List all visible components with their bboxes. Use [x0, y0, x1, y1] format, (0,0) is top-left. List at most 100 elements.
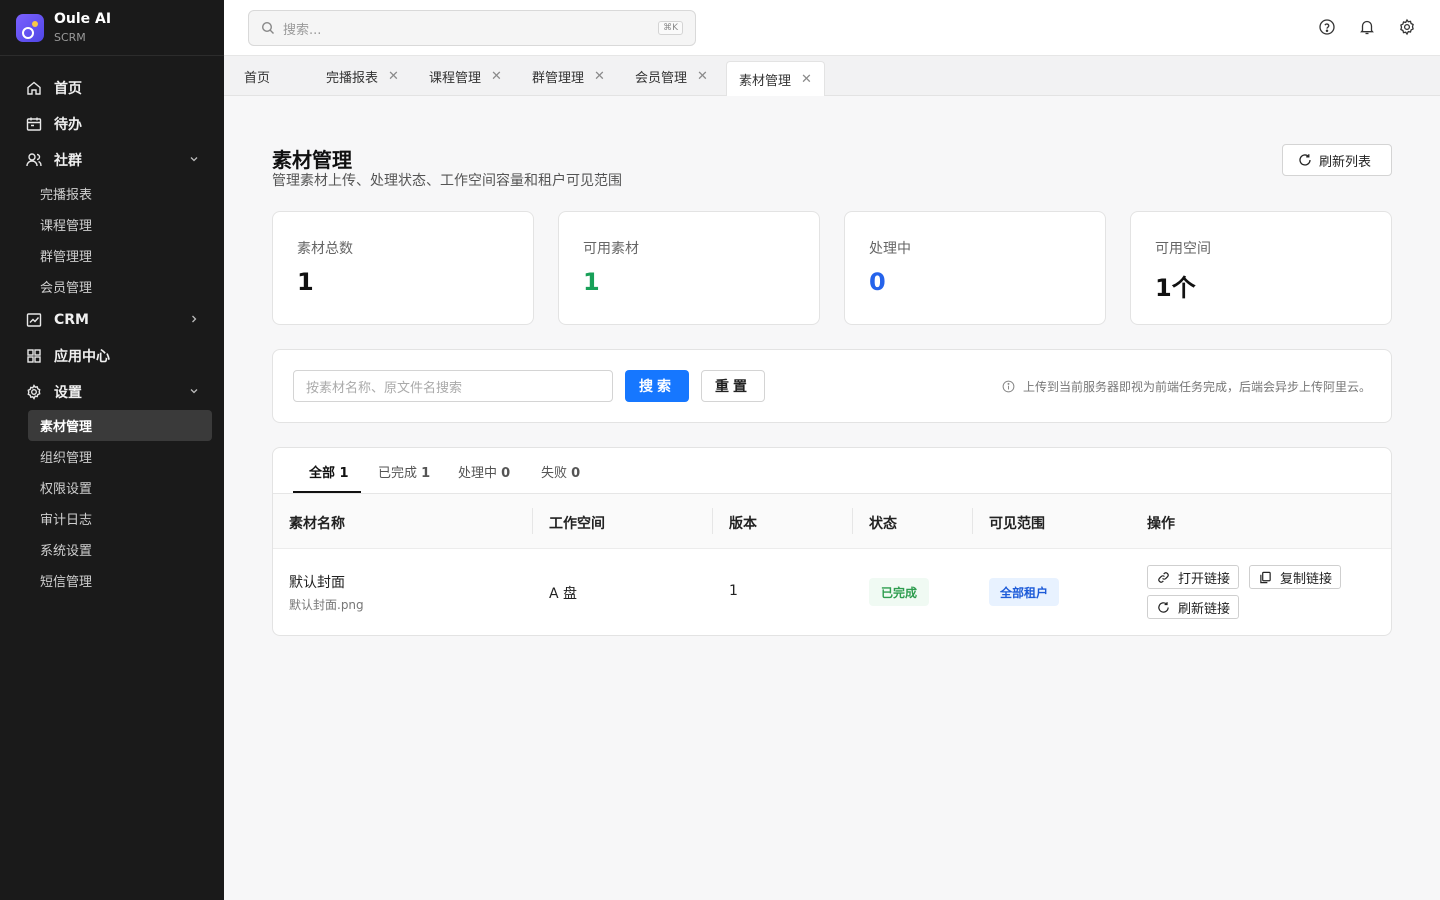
tab-label: 完播报表	[326, 70, 379, 86]
calendar-icon	[26, 116, 42, 132]
search-input[interactable]: 搜索... ⌘K	[248, 10, 696, 46]
logo-icon	[16, 13, 44, 42]
sidebar-item-crm[interactable]: CRM	[0, 302, 224, 338]
shortcut-hint: ⌘K	[658, 21, 683, 35]
table-header: 素材名称 工作空间 版本 状态 可见范围 操作	[273, 494, 1391, 549]
tab-label: 处理中	[458, 466, 498, 481]
copy-link-button[interactable]: 复制链接	[1249, 565, 1342, 589]
close-icon[interactable]: ✕	[697, 69, 708, 84]
sidebar-item-settings[interactable]: 设置	[0, 374, 224, 410]
sidebar-item-permissions[interactable]: 权限设置	[0, 472, 224, 503]
tab-member[interactable]: 会员管理 ✕	[623, 61, 720, 91]
grid-icon	[26, 348, 42, 364]
open-link-button[interactable]: 打开链接	[1147, 565, 1240, 589]
sidebar-item-label: 设置	[54, 385, 82, 401]
sidebar-item-system[interactable]: 系统设置	[0, 534, 224, 565]
stat-card-total: 素材总数 1	[272, 211, 534, 325]
stat-card-processing: 处理中 0	[844, 211, 1106, 325]
tab-group[interactable]: 群管理理 ✕	[520, 61, 617, 91]
sidebar-item-org[interactable]: 组织管理	[0, 441, 224, 472]
sidebar-item-member[interactable]: 会员管理	[0, 271, 224, 302]
home-icon	[26, 80, 42, 96]
sidebar-item-report[interactable]: 完播报表	[0, 178, 224, 209]
column-divider	[852, 508, 853, 534]
tab-all[interactable]: 全部 1	[309, 462, 349, 481]
tab-label: 会员管理	[635, 70, 688, 86]
material-search-input[interactable]: 按素材名称、原文件名搜索	[293, 370, 613, 402]
col-name: 素材名称	[289, 516, 345, 532]
tab-count: 0	[571, 466, 581, 481]
refresh-link-button[interactable]: 刷新链接	[1147, 595, 1240, 619]
sidebar-item-audit[interactable]: 审计日志	[0, 503, 224, 534]
sidebar-item-label: 待办	[54, 117, 82, 133]
refresh-icon	[1299, 154, 1311, 166]
stat-card-space: 可用空间 1个	[1130, 211, 1392, 325]
close-icon[interactable]: ✕	[801, 72, 812, 87]
brand-sub: SCRM	[54, 30, 86, 44]
col-actions: 操作	[1147, 516, 1175, 532]
brand: Oule AI SCRM	[0, 0, 224, 56]
close-icon[interactable]: ✕	[594, 69, 605, 84]
col-version: 版本	[729, 516, 757, 532]
sidebar-item-course[interactable]: 课程管理	[0, 209, 224, 240]
tab-label: 全部	[309, 466, 336, 481]
col-scope: 可见范围	[989, 516, 1045, 532]
sidebar-item-app-center[interactable]: 应用中心	[0, 338, 224, 374]
sidebar-item-label: 应用中心	[54, 349, 110, 365]
sidebar-item-label: 首页	[54, 81, 82, 97]
chevron-right-icon	[192, 315, 197, 323]
sidebar-nav: 首页 待办 社群 完播报表 课程管理 群管理理 会员管理 CRM 应用中心 设置	[0, 56, 224, 596]
refresh-icon	[1158, 601, 1169, 613]
search-placeholder: 按素材名称、原文件名搜索	[306, 380, 463, 396]
tab-materials[interactable]: 素材管理 ✕	[726, 61, 825, 96]
users-icon	[26, 152, 42, 168]
tab-home[interactable]: 首页	[232, 61, 282, 91]
topbar: 搜索... ⌘K	[224, 0, 1440, 56]
tab-label: 失败	[541, 466, 568, 481]
sidebar-item-label: CRM	[54, 312, 89, 328]
tab-count: 1	[339, 466, 349, 481]
status-badge: 已完成	[869, 578, 930, 606]
search-placeholder: 搜索...	[283, 22, 322, 38]
link-icon	[1158, 571, 1169, 583]
sidebar-item-home[interactable]: 首页	[0, 70, 224, 106]
sidebar-item-sms[interactable]: 短信管理	[0, 565, 224, 596]
page-description: 管理素材上传、处理状态、工作空间容量和租户可见范围	[272, 173, 622, 189]
close-icon[interactable]: ✕	[491, 69, 502, 84]
tab-done[interactable]: 已完成 1	[378, 462, 430, 481]
tab-processing[interactable]: 处理中 0	[458, 462, 510, 481]
reset-button[interactable]: 重置	[701, 370, 765, 402]
material-name: 默认封面	[289, 575, 345, 591]
sidebar-item-community[interactable]: 社群	[0, 142, 224, 178]
stat-value: 1	[583, 268, 600, 296]
help-icon[interactable]	[1318, 18, 1336, 36]
sidebar-item-todo[interactable]: 待办	[0, 106, 224, 142]
info-icon	[1002, 380, 1015, 393]
tab-report[interactable]: 完播报表 ✕	[314, 61, 411, 91]
stat-label: 可用素材	[583, 241, 639, 257]
close-icon[interactable]: ✕	[388, 69, 399, 84]
col-workspace: 工作空间	[549, 516, 605, 532]
bell-icon[interactable]	[1358, 18, 1376, 36]
sidebar-item-materials[interactable]: 素材管理	[28, 410, 212, 441]
stat-value: 1	[297, 268, 314, 296]
version: 1	[729, 583, 738, 599]
gear-icon[interactable]	[1398, 18, 1416, 36]
sidebar: Oule AI SCRM 首页 待办 社群 完播报表 课程管理 群管理理 会员管…	[0, 0, 224, 900]
sidebar-item-label: 社群	[54, 153, 82, 169]
column-divider	[532, 508, 533, 534]
tab-label: 课程管理	[429, 70, 482, 86]
tab-course[interactable]: 课程管理 ✕	[417, 61, 514, 91]
refresh-list-button[interactable]: 刷新列表	[1282, 144, 1392, 176]
stat-value: 0	[869, 268, 886, 296]
tab-failed[interactable]: 失败 0	[541, 462, 580, 481]
tab-label: 素材管理	[739, 73, 792, 89]
materials-table: 全部 1 已完成 1 处理中 0 失败 0 素材名称 工作空间 版本 状态 可见…	[272, 447, 1392, 636]
sidebar-item-group[interactable]: 群管理理	[0, 240, 224, 271]
button-label: 打开链接	[1178, 571, 1231, 587]
button-label: 刷新链接	[1178, 601, 1231, 617]
search-button[interactable]: 搜索	[625, 370, 689, 402]
search-icon	[261, 21, 274, 34]
page-title: 素材管理	[272, 148, 352, 172]
tab-label: 群管理理	[532, 70, 585, 86]
